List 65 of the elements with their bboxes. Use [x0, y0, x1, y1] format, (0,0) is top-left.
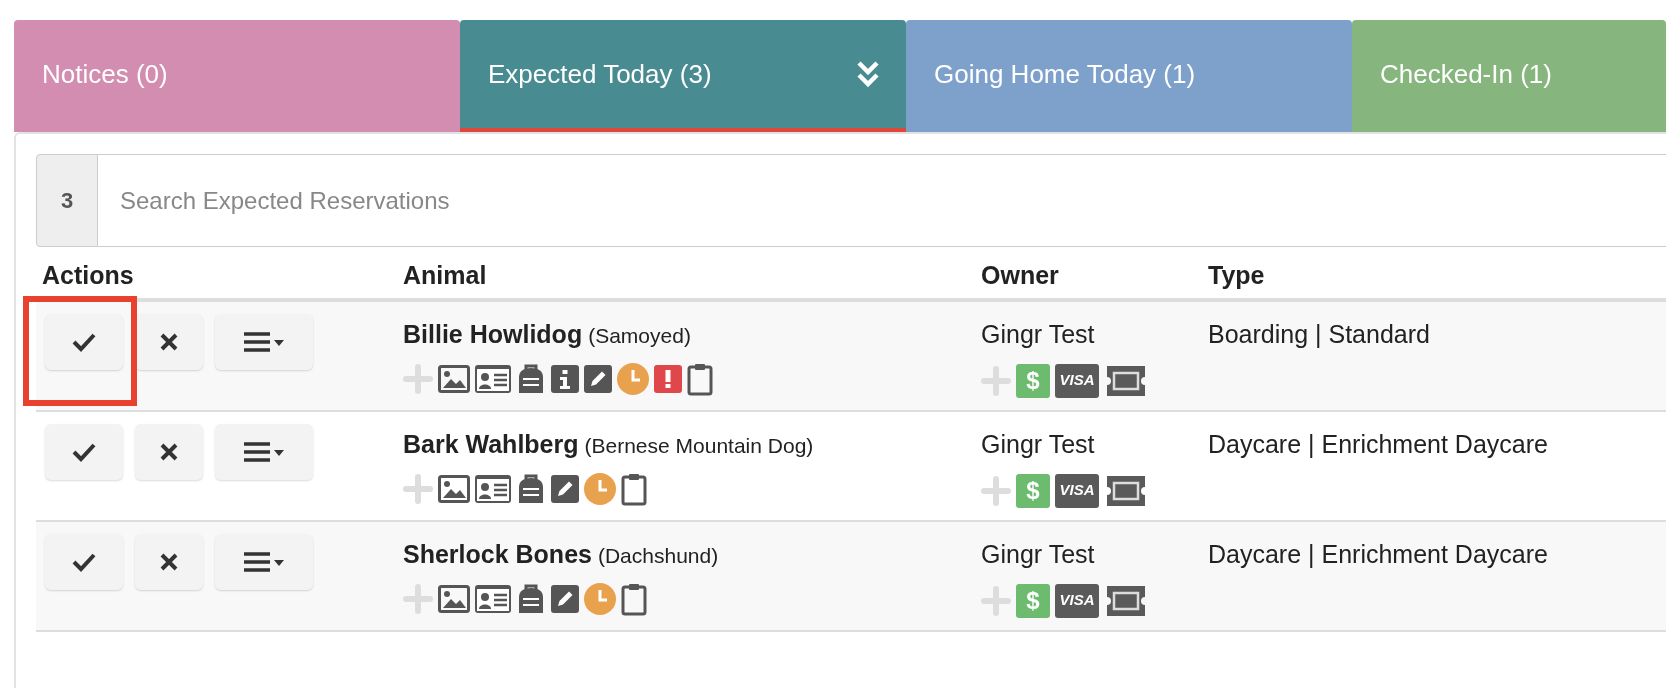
- pencil-icon[interactable]: [584, 364, 612, 393]
- menu-caret-icon: [242, 441, 286, 463]
- breed: (Samoyed): [588, 323, 691, 349]
- owner-name[interactable]: Gingr Test: [981, 536, 1208, 574]
- close-icon: [160, 333, 178, 351]
- double-chevron-icon[interactable]: [856, 59, 880, 89]
- ticket-icon[interactable]: [1104, 473, 1148, 508]
- check-in-button[interactable]: [45, 424, 123, 480]
- image-icon[interactable]: [438, 474, 470, 503]
- menu-button[interactable]: [215, 424, 313, 480]
- tab-label: Going Home Today (1): [934, 57, 1196, 91]
- column-header: Actions: [41, 259, 135, 291]
- id-card-icon[interactable]: [475, 364, 511, 393]
- breed: (Dachshund): [597, 543, 719, 569]
- image-icon[interactable]: [438, 584, 470, 613]
- column-header: Animal: [403, 259, 488, 291]
- result-count: 3: [36, 154, 98, 247]
- close-icon: [160, 553, 178, 571]
- breed: (Bernese Mountain Dog): [584, 433, 814, 459]
- checkmark-icon: [72, 442, 96, 462]
- ticket-icon[interactable]: [1104, 583, 1148, 618]
- menu-button[interactable]: [215, 534, 313, 590]
- backpack-icon[interactable]: [516, 362, 546, 395]
- tab-label: Notices (0): [42, 57, 168, 91]
- backpack-icon[interactable]: [516, 582, 546, 615]
- pencil-icon[interactable]: [551, 584, 579, 613]
- menu-caret-icon: [242, 551, 286, 573]
- reservation-type: Boarding | Standard: [1208, 320, 1430, 348]
- column-header: Type: [1208, 259, 1265, 291]
- ticket-icon[interactable]: [1104, 363, 1148, 398]
- check-in-button[interactable]: [45, 314, 123, 370]
- alert-icon[interactable]: [654, 364, 682, 393]
- id-card-icon[interactable]: [475, 474, 511, 503]
- check-in-button[interactable]: [45, 534, 123, 590]
- checkmark-icon: [72, 552, 96, 572]
- column-header: Owner: [981, 259, 1060, 291]
- backpack-icon[interactable]: [516, 472, 546, 505]
- tab-label: Checked-In (1): [1380, 57, 1552, 91]
- menu-caret-icon: [242, 331, 286, 353]
- card-badge[interactable]: VISA: [1055, 473, 1099, 508]
- close-icon: [160, 443, 178, 461]
- clipboard-icon[interactable]: [687, 361, 713, 396]
- clipboard-icon[interactable]: [621, 581, 647, 616]
- image-icon[interactable]: [438, 364, 470, 393]
- tab-label: Expected Today (3): [488, 57, 712, 91]
- checkmark-icon: [72, 332, 96, 352]
- animal-name[interactable]: Sherlock Bones: [403, 536, 592, 574]
- cancel-button[interactable]: [135, 534, 203, 590]
- search-field[interactable]: Search Expected Reservations: [98, 154, 1666, 247]
- owner-name[interactable]: Gingr Test: [981, 316, 1208, 354]
- clipboard-icon[interactable]: [621, 471, 647, 506]
- tab[interactable]: Expected Today (3): [460, 20, 906, 132]
- id-card-icon[interactable]: [475, 584, 511, 613]
- card-badge[interactable]: VISA: [1055, 363, 1099, 398]
- pencil-icon[interactable]: [551, 474, 579, 503]
- animal-name[interactable]: Billie Howlidog: [403, 316, 583, 354]
- card-badge[interactable]: VISA: [1055, 583, 1099, 618]
- owner-name[interactable]: Gingr Test: [981, 426, 1208, 464]
- cancel-button[interactable]: [135, 314, 203, 370]
- info-icon[interactable]: [551, 364, 579, 393]
- menu-button[interactable]: [215, 314, 313, 370]
- reservation-type: Daycare | Enrichment Daycare: [1208, 430, 1548, 458]
- cancel-button[interactable]: [135, 424, 203, 480]
- reservation-type: Daycare | Enrichment Daycare: [1208, 540, 1548, 568]
- animal-name[interactable]: Bark Wahlberg: [403, 426, 579, 464]
